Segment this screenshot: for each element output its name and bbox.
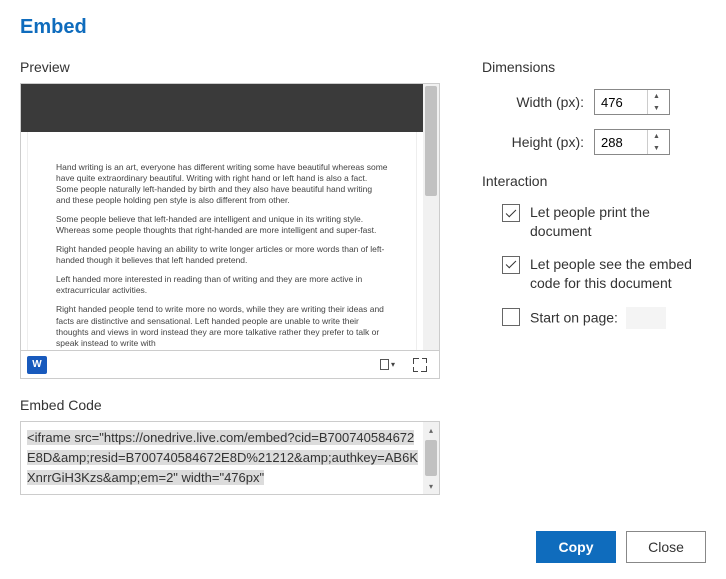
doc-paragraph: Left handed more interested in reading t… bbox=[56, 274, 388, 296]
start-page-input[interactable] bbox=[626, 307, 666, 329]
see-embed-code-checkbox[interactable] bbox=[502, 256, 520, 274]
width-label: Width (px): bbox=[502, 94, 584, 110]
word-app-icon: W bbox=[27, 356, 47, 374]
document-page: Hand writing is an art, everyone has dif… bbox=[27, 132, 417, 351]
doc-paragraph: Hand writing is an art, everyone has dif… bbox=[56, 162, 388, 206]
interaction-label: Interaction bbox=[482, 173, 706, 189]
dialog-title: Embed bbox=[20, 16, 706, 39]
chevron-down-icon: ▾ bbox=[391, 360, 395, 369]
scroll-up-arrow[interactable]: ▴ bbox=[423, 422, 439, 438]
start-on-page-checkbox[interactable] bbox=[502, 308, 520, 326]
document-header-bar bbox=[21, 84, 423, 132]
height-step-up[interactable]: ▲ bbox=[648, 130, 665, 142]
width-step-up[interactable]: ▲ bbox=[648, 90, 665, 102]
scrollbar-thumb[interactable] bbox=[425, 86, 437, 196]
scrollbar-thumb[interactable] bbox=[425, 440, 437, 476]
page-icon bbox=[380, 359, 389, 370]
print-checkbox-label: Let people print the document bbox=[530, 203, 706, 241]
width-spinner[interactable]: ▲ ▼ bbox=[594, 89, 670, 115]
preview-footer: W ▾ bbox=[20, 351, 440, 379]
height-step-down[interactable]: ▼ bbox=[648, 142, 665, 154]
embed-code-text: <iframe src="https://onedrive.live.com/e… bbox=[27, 430, 418, 485]
print-checkbox[interactable] bbox=[502, 204, 520, 222]
scroll-down-arrow[interactable]: ▾ bbox=[423, 478, 439, 494]
see-embed-code-checkbox-label: Let people see the embed code for this d… bbox=[530, 255, 706, 293]
embed-code-textarea[interactable]: <iframe src="https://onedrive.live.com/e… bbox=[20, 421, 440, 495]
start-on-page-label: Start on page: bbox=[530, 307, 666, 329]
height-spinner[interactable]: ▲ ▼ bbox=[594, 129, 670, 155]
width-input[interactable] bbox=[595, 90, 647, 114]
fullscreen-icon bbox=[413, 358, 427, 372]
copy-button[interactable]: Copy bbox=[536, 531, 616, 563]
doc-paragraph: Some people believe that left-handed are… bbox=[56, 214, 388, 236]
fullscreen-button[interactable] bbox=[413, 358, 427, 372]
preview-label: Preview bbox=[20, 59, 440, 75]
doc-paragraph: Right handed people tend to write more n… bbox=[56, 304, 388, 348]
preview-frame: Hand writing is an art, everyone has dif… bbox=[20, 83, 440, 351]
width-step-down[interactable]: ▼ bbox=[648, 102, 665, 114]
close-button[interactable]: Close bbox=[626, 531, 706, 563]
height-input[interactable] bbox=[595, 130, 647, 154]
embed-code-label: Embed Code bbox=[20, 397, 440, 413]
page-menu-button[interactable]: ▾ bbox=[380, 359, 395, 370]
preview-scrollbar[interactable] bbox=[423, 84, 439, 350]
doc-paragraph: Right handed people having an ability to… bbox=[56, 244, 388, 266]
height-label: Height (px): bbox=[502, 134, 584, 150]
embed-scrollbar[interactable]: ▴ ▾ bbox=[423, 422, 439, 494]
dimensions-label: Dimensions bbox=[482, 59, 706, 75]
